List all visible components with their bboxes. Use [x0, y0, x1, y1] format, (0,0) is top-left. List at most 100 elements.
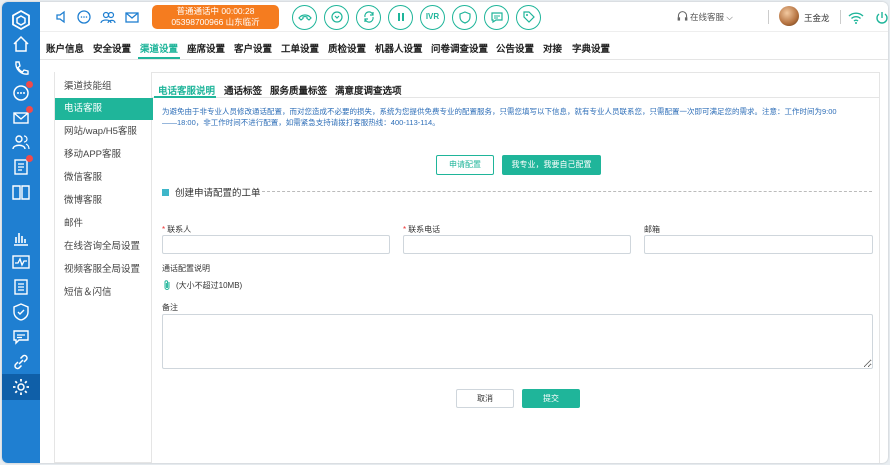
- side-item-weibo[interactable]: 微博客服: [55, 190, 153, 212]
- self-config-button[interactable]: 我专业，我要自己配置: [502, 155, 601, 175]
- tab-dictionary[interactable]: 字典设置: [572, 41, 610, 55]
- subtab-phone-intro[interactable]: 电话客服说明: [158, 83, 215, 97]
- book-icon[interactable]: [11, 182, 31, 202]
- tab-robot[interactable]: 机器人设置: [375, 41, 423, 55]
- divider: [840, 10, 841, 24]
- contacts-icon[interactable]: [11, 132, 31, 152]
- speaker-icon[interactable]: [54, 9, 70, 25]
- divider: [262, 191, 872, 192]
- section-title: 创建申请配置的工单: [162, 185, 261, 199]
- bar-chart-icon[interactable]: [11, 228, 31, 248]
- mail-icon[interactable]: [11, 106, 33, 128]
- tab-integration[interactable]: 对接: [543, 41, 562, 55]
- ticket-icon[interactable]: [11, 277, 31, 297]
- remark-textarea[interactable]: [162, 314, 873, 369]
- link-icon[interactable]: [11, 352, 31, 372]
- wifi-icon: [848, 10, 864, 26]
- phone-label-text: 联系电话: [408, 225, 441, 234]
- contact-label-text: 联系人: [167, 225, 192, 234]
- top-bar: 普通通话中 00:00:28 05398700966 山东临沂 IVR 在线客服…: [40, 2, 888, 32]
- side-item-online-global[interactable]: 在线咨询全局设置: [55, 236, 153, 258]
- divider: [768, 10, 769, 24]
- subtab-service-tags[interactable]: 服务质量标签: [270, 83, 327, 97]
- side-item-email[interactable]: 邮件: [55, 213, 153, 235]
- config-notice: 为避免由于非专业人员修改通话配置，而对您造成不必要的损失，系统为您提供免费专业的…: [162, 106, 877, 128]
- transfer-button[interactable]: [356, 5, 381, 30]
- email-input[interactable]: [644, 235, 873, 254]
- sms-button[interactable]: [484, 5, 509, 30]
- submit-button[interactable]: 提交: [522, 389, 580, 408]
- active-subtab-indicator: [154, 96, 216, 98]
- required-mark: *: [403, 225, 407, 234]
- tab-account[interactable]: 账户信息: [46, 41, 84, 55]
- tag-button[interactable]: [516, 5, 541, 30]
- tab-quality[interactable]: 质检设置: [328, 41, 366, 55]
- tab-security[interactable]: 安全设置: [93, 41, 131, 55]
- side-item-web[interactable]: 网站/wap/H5客服: [55, 121, 153, 143]
- home-icon[interactable]: [11, 34, 31, 54]
- call-number-text: 05398700966 山东临沂: [171, 17, 260, 27]
- remark-label: 备注: [162, 303, 178, 312]
- settings-nav: 账户信息 安全设置 渠道设置 座席设置 客户设置 工单设置 质检设置 机器人设置…: [40, 32, 888, 60]
- satisfaction-button[interactable]: [452, 5, 477, 30]
- side-item-phone[interactable]: 电话客服: [55, 98, 153, 120]
- divider: [152, 97, 879, 98]
- side-item-sms[interactable]: 短信＆闪信: [55, 282, 153, 304]
- side-item-wechat[interactable]: 微信客服: [55, 167, 153, 189]
- agent-status-text: 在线客服: [690, 12, 725, 22]
- app-window: 普通通话中 00:00:28 05398700966 山东临沂 IVR 在线客服…: [2, 2, 888, 463]
- list-icon[interactable]: [11, 155, 33, 177]
- tab-notice[interactable]: 公告设置: [496, 41, 534, 55]
- pulse-chart-icon[interactable]: [11, 252, 31, 272]
- section-marker: [162, 189, 169, 196]
- phone-label: * 联系电话: [403, 224, 440, 235]
- hold-button[interactable]: [388, 5, 413, 30]
- ivr-label: IVR: [425, 12, 440, 21]
- agent-status-select[interactable]: 在线客服 ⌵: [690, 11, 733, 23]
- tab-seat[interactable]: 座席设置: [187, 41, 225, 55]
- channel-side-list: 渠道技能组 电话客服 网站/wap/H5客服 移动APP客服 微信客服 微博客服…: [54, 72, 153, 463]
- user-name[interactable]: 王金龙: [804, 12, 830, 24]
- mail-badge: [26, 106, 33, 113]
- apply-config-button[interactable]: 申请配置: [436, 155, 494, 175]
- email-label: 邮箱: [644, 225, 660, 234]
- chevron-down-icon: ⌵: [726, 12, 733, 22]
- phone-icon[interactable]: [11, 59, 31, 79]
- notice-line-2: ——18:00，非工作时间不进行配置，如需紧急支持请拨打客服热线：400-113…: [162, 118, 440, 127]
- attachment-label: 通话配置说明: [162, 264, 210, 273]
- subtab-call-tags[interactable]: 通话标签: [224, 83, 262, 97]
- hangup-button[interactable]: [292, 5, 317, 30]
- call-status-pill[interactable]: 普通通话中 00:00:28 05398700966 山东临沂: [152, 5, 279, 29]
- avatar[interactable]: [779, 6, 799, 26]
- contact-label: * 联系人: [162, 224, 191, 235]
- side-item-app[interactable]: 移动APP客服: [55, 144, 153, 166]
- side-item-video-global[interactable]: 视频客服全局设置: [55, 259, 153, 281]
- gear-icon[interactable]: [2, 374, 40, 400]
- subtab-satisfaction[interactable]: 满意度调查选项: [335, 83, 402, 97]
- users-icon[interactable]: [100, 9, 116, 25]
- section-title-text: 创建申请配置的工单: [175, 188, 261, 199]
- phone-input[interactable]: [403, 235, 631, 254]
- envelope-icon[interactable]: [124, 9, 140, 25]
- headset-icon: [676, 10, 689, 23]
- cancel-button[interactable]: 取消: [456, 389, 514, 408]
- message-icon[interactable]: [11, 327, 31, 347]
- side-item-skill-group[interactable]: 渠道技能组: [55, 76, 153, 98]
- contact-input[interactable]: [162, 235, 390, 254]
- tab-ticket[interactable]: 工单设置: [281, 41, 319, 55]
- consult-button[interactable]: [324, 5, 349, 30]
- tab-customer[interactable]: 客户设置: [234, 41, 272, 55]
- chat-icon[interactable]: [11, 81, 33, 103]
- chat-bubble-icon[interactable]: [76, 9, 92, 25]
- tab-survey[interactable]: 问卷调查设置: [431, 41, 488, 55]
- shield-icon[interactable]: [11, 302, 31, 322]
- logo-hexagon-icon[interactable]: [10, 9, 32, 31]
- paperclip-icon[interactable]: [162, 279, 172, 291]
- notice-line-1: 为避免由于非专业人员修改通话配置，而对您造成不必要的损失，系统为您提供免费专业的…: [162, 107, 837, 116]
- ivr-button[interactable]: IVR: [420, 5, 445, 30]
- tab-channel[interactable]: 渠道设置: [140, 41, 178, 55]
- power-icon[interactable]: [874, 10, 888, 26]
- left-rail: [2, 2, 40, 463]
- chat-badge: [26, 81, 33, 88]
- attachment-hint: (大小不超过10MB): [176, 281, 243, 290]
